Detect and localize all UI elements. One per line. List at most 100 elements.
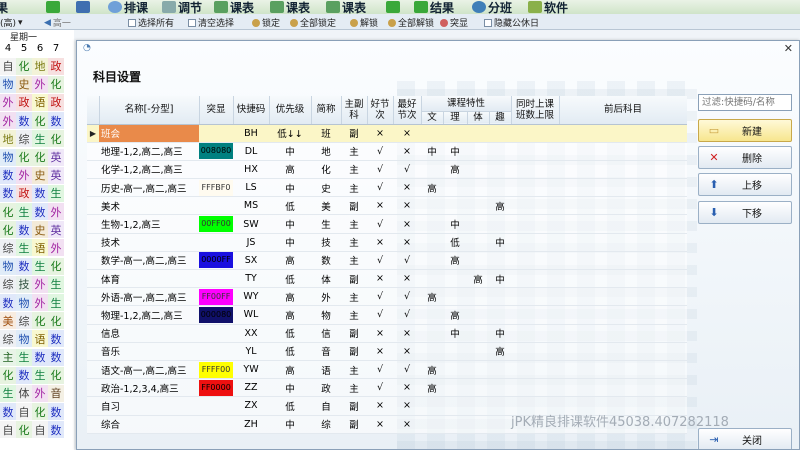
- subject-main-sub[interactable]: 主: [341, 160, 367, 180]
- timetable-cell[interactable]: 音: [48, 384, 64, 402]
- subject-shortcode[interactable]: WL: [233, 305, 269, 325]
- timetable-cell[interactable]: 数: [48, 330, 64, 348]
- subject-trait-wen[interactable]: [421, 415, 443, 434]
- timetable-cell[interactable]: 外: [48, 203, 64, 221]
- subject-priority[interactable]: 中: [269, 142, 311, 161]
- timetable-cell[interactable]: 生: [48, 275, 64, 293]
- view-select[interactable]: (高) ▾: [0, 16, 23, 30]
- close-icon[interactable]: ✕: [784, 42, 793, 55]
- subject-good-period[interactable]: √: [367, 378, 393, 398]
- col-header-trait-li[interactable]: 理: [443, 111, 468, 125]
- timetable-cell[interactable]: 生: [32, 257, 48, 275]
- subject-abbr[interactable]: 语: [311, 360, 341, 380]
- subject-best-period[interactable]: ×: [393, 324, 421, 343]
- clear-selection-checkbox[interactable]: 清空选择: [188, 16, 234, 29]
- row-selector[interactable]: [87, 305, 99, 325]
- subject-trait-li[interactable]: 高: [443, 251, 467, 271]
- subject-name[interactable]: 信息: [99, 324, 199, 343]
- timetable-cell[interactable]: 自: [0, 421, 16, 439]
- timetable-cell[interactable]: 政: [16, 93, 32, 111]
- timetable-cell[interactable]: 综: [0, 330, 16, 348]
- timetable-cell[interactable]: 化: [0, 221, 16, 239]
- subject-priority[interactable]: 高: [269, 305, 311, 325]
- subject-trait-qu[interactable]: [489, 305, 512, 325]
- subject-row[interactable]: ▶ 班会 BH 低↓↓ 班副 × ×: [87, 124, 687, 143]
- add-icon[interactable]: [46, 0, 60, 14]
- subject-good-period[interactable]: √: [367, 360, 393, 380]
- subject-shortcode[interactable]: YL: [233, 342, 269, 361]
- subject-abbr[interactable]: 政: [311, 378, 341, 398]
- select-all-checkbox[interactable]: 选择所有: [128, 16, 174, 29]
- timetable-cell[interactable]: 外: [48, 239, 64, 257]
- subject-priority[interactable]: 高: [269, 160, 311, 180]
- subject-trait-qu[interactable]: [489, 415, 512, 434]
- subject-shortcode[interactable]: ZX: [233, 396, 269, 416]
- subject-prerequisite[interactable]: [559, 378, 687, 398]
- subject-shortcode[interactable]: SW: [233, 214, 269, 234]
- subject-trait-li[interactable]: [443, 360, 467, 380]
- subject-prerequisite[interactable]: [559, 269, 687, 289]
- timetable-cell[interactable]: 综: [0, 275, 16, 293]
- subject-trait-qu[interactable]: [489, 251, 512, 271]
- timetable-cell[interactable]: 英: [48, 221, 64, 239]
- subject-shortcode[interactable]: ZH: [233, 415, 269, 434]
- row-selector[interactable]: [87, 178, 99, 198]
- subject-prerequisite[interactable]: [559, 142, 687, 161]
- timetable-cell[interactable]: 外: [32, 275, 48, 293]
- subject-best-period[interactable]: √: [393, 160, 421, 180]
- subject-main-sub[interactable]: 主: [341, 287, 367, 307]
- subject-trait-qu[interactable]: 中: [489, 269, 512, 289]
- subject-main-sub[interactable]: 主: [341, 251, 367, 271]
- new-button[interactable]: ▭ 新建: [698, 119, 792, 142]
- subject-main-sub[interactable]: 主: [341, 233, 367, 252]
- subject-trait-ti[interactable]: [467, 233, 489, 252]
- subject-trait-wen[interactable]: [421, 214, 443, 234]
- subject-highlight-color[interactable]: 008080: [199, 142, 233, 161]
- subject-row[interactable]: 数学-高一,高二,高三 0000FF SX 高数主 √ √ 高: [87, 251, 687, 271]
- timetable-cell[interactable]: 自: [32, 421, 48, 439]
- subject-trait-qu[interactable]: [489, 178, 512, 198]
- subject-abbr[interactable]: 自: [311, 396, 341, 416]
- timetable-cell[interactable]: 化: [0, 366, 16, 384]
- subject-trait-qu[interactable]: [489, 214, 512, 234]
- timetable-cell[interactable]: 化: [0, 203, 16, 221]
- toolbar-timetable-button-2[interactable]: 课表: [270, 0, 310, 14]
- timetable-cell[interactable]: 数: [16, 221, 32, 239]
- subject-name[interactable]: 生物-1,2,高三: [99, 214, 199, 234]
- subject-trait-li[interactable]: 低: [443, 233, 467, 252]
- timetable-cell[interactable]: 化: [48, 257, 64, 275]
- subject-shortcode[interactable]: ZZ: [233, 378, 269, 398]
- subject-trait-ti[interactable]: [467, 142, 489, 161]
- highlight-button[interactable]: 突显: [440, 16, 468, 29]
- subject-trait-ti[interactable]: [467, 178, 489, 198]
- row-selector[interactable]: [87, 360, 99, 380]
- timetable-cell[interactable]: 综: [16, 312, 32, 330]
- subject-trait-qu[interactable]: 中: [489, 324, 512, 343]
- subject-row[interactable]: 语文-高一,高二,高三 FFFF00 YW 高语主 √ √ 高: [87, 360, 687, 380]
- subject-trait-wen[interactable]: [421, 233, 443, 252]
- lock-button[interactable]: 锁定: [252, 16, 280, 29]
- subject-prerequisite[interactable]: [559, 233, 687, 252]
- subject-main-sub[interactable]: 主: [341, 214, 367, 234]
- subject-shortcode[interactable]: XX: [233, 324, 269, 343]
- subject-abbr[interactable]: 美: [311, 196, 341, 216]
- subject-name[interactable]: 美术: [99, 196, 199, 216]
- subject-best-period[interactable]: √: [393, 360, 421, 380]
- subject-trait-ti[interactable]: [467, 251, 489, 271]
- subject-trait-wen[interactable]: [421, 396, 443, 416]
- subject-abbr[interactable]: 综: [311, 415, 341, 434]
- subject-name[interactable]: 数学-高一,高二,高三: [99, 251, 199, 271]
- toolbar-software-button[interactable]: 软件: [528, 0, 568, 14]
- timetable-cell[interactable]: 史: [32, 221, 48, 239]
- subject-abbr[interactable]: 生: [311, 214, 341, 234]
- subject-trait-ti[interactable]: [467, 396, 489, 416]
- subject-trait-wen[interactable]: [421, 324, 443, 343]
- subject-trait-li[interactable]: [443, 269, 467, 289]
- subject-trait-li[interactable]: 中: [443, 324, 467, 343]
- subject-trait-ti[interactable]: 高: [467, 269, 489, 289]
- subject-priority[interactable]: 高: [269, 360, 311, 380]
- subject-name[interactable]: 外语-高一,高二,高三: [99, 287, 199, 307]
- timetable-cell[interactable]: 物: [16, 330, 32, 348]
- subject-trait-li[interactable]: [443, 342, 467, 361]
- subject-trait-qu[interactable]: 中: [489, 233, 512, 252]
